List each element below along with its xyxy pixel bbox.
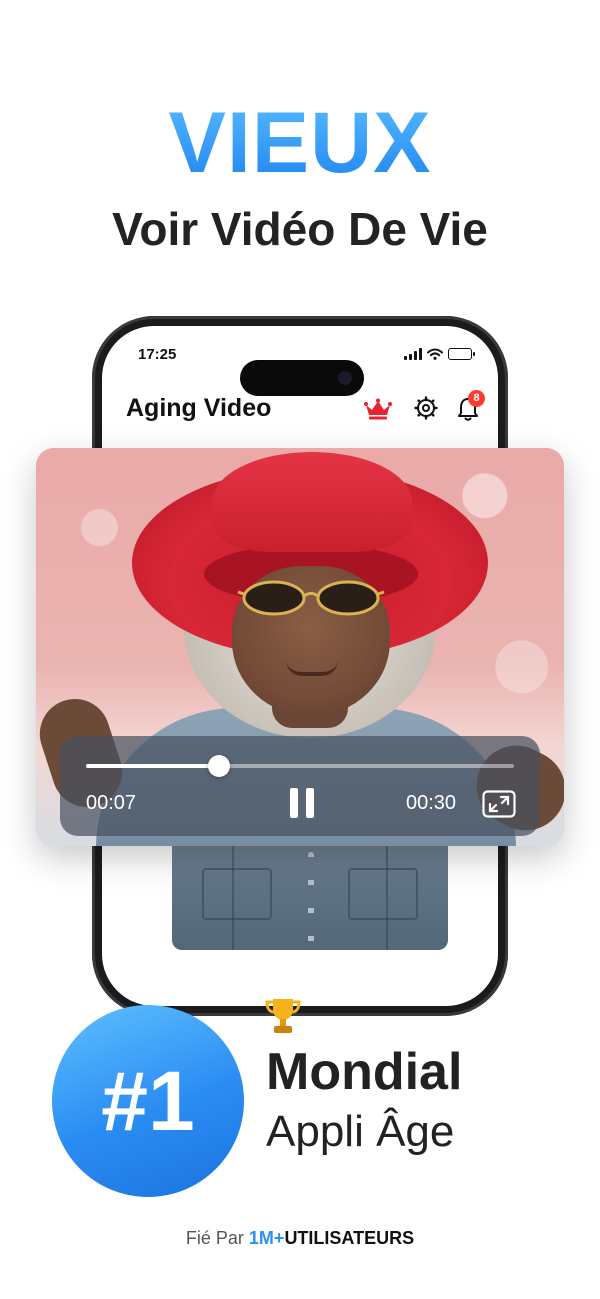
subheadline: Voir Vidéo De Vie (112, 203, 488, 255)
trophy-icon (265, 999, 301, 1033)
pause-icon[interactable] (288, 788, 316, 820)
sunglasses-icon (237, 580, 385, 616)
wifi-icon (427, 348, 443, 360)
hat-crown (212, 452, 412, 552)
progress-thumb[interactable] (207, 755, 230, 777)
trust-count: 1M+ (248, 1228, 285, 1248)
status-bar: 17:25 (102, 344, 498, 396)
trust-users: UTILISATEURS (284, 1228, 415, 1248)
award-subtitle: Appli Âge (266, 1107, 455, 1156)
notification-badge: 8 (468, 390, 485, 407)
trust-prefix: Fié Par (185, 1228, 249, 1248)
gear-icon[interactable] (414, 396, 438, 420)
award-title: Mondial (266, 1043, 463, 1101)
app-title: Aging Video (126, 394, 272, 422)
total-time: 00:30 (406, 792, 457, 814)
progress-track[interactable] (86, 755, 514, 777)
app-header: Aging Video 8 (102, 390, 498, 430)
status-time: 17:25 (138, 346, 177, 363)
battery-icon (448, 348, 475, 360)
fullscreen-icon[interactable] (482, 790, 516, 818)
rank-text: #1 (101, 1054, 195, 1148)
current-time: 00:07 (86, 792, 137, 814)
player-controls: 00:07 00:30 (60, 736, 540, 836)
trust-line: Fié Par 1M+UTILISATEURS (0, 1228, 600, 1249)
video-preview-lower (172, 846, 448, 950)
signal-icon (404, 348, 422, 360)
camera-dot (338, 371, 352, 385)
status-icons (404, 348, 475, 360)
crown-icon[interactable] (364, 398, 392, 420)
smile (286, 660, 338, 676)
headline: VIEUX (0, 100, 600, 186)
video-player-card[interactable]: 00:07 00:30 (36, 448, 564, 846)
progress-fill (86, 764, 219, 768)
rank-badge: #1 (52, 1005, 244, 1197)
